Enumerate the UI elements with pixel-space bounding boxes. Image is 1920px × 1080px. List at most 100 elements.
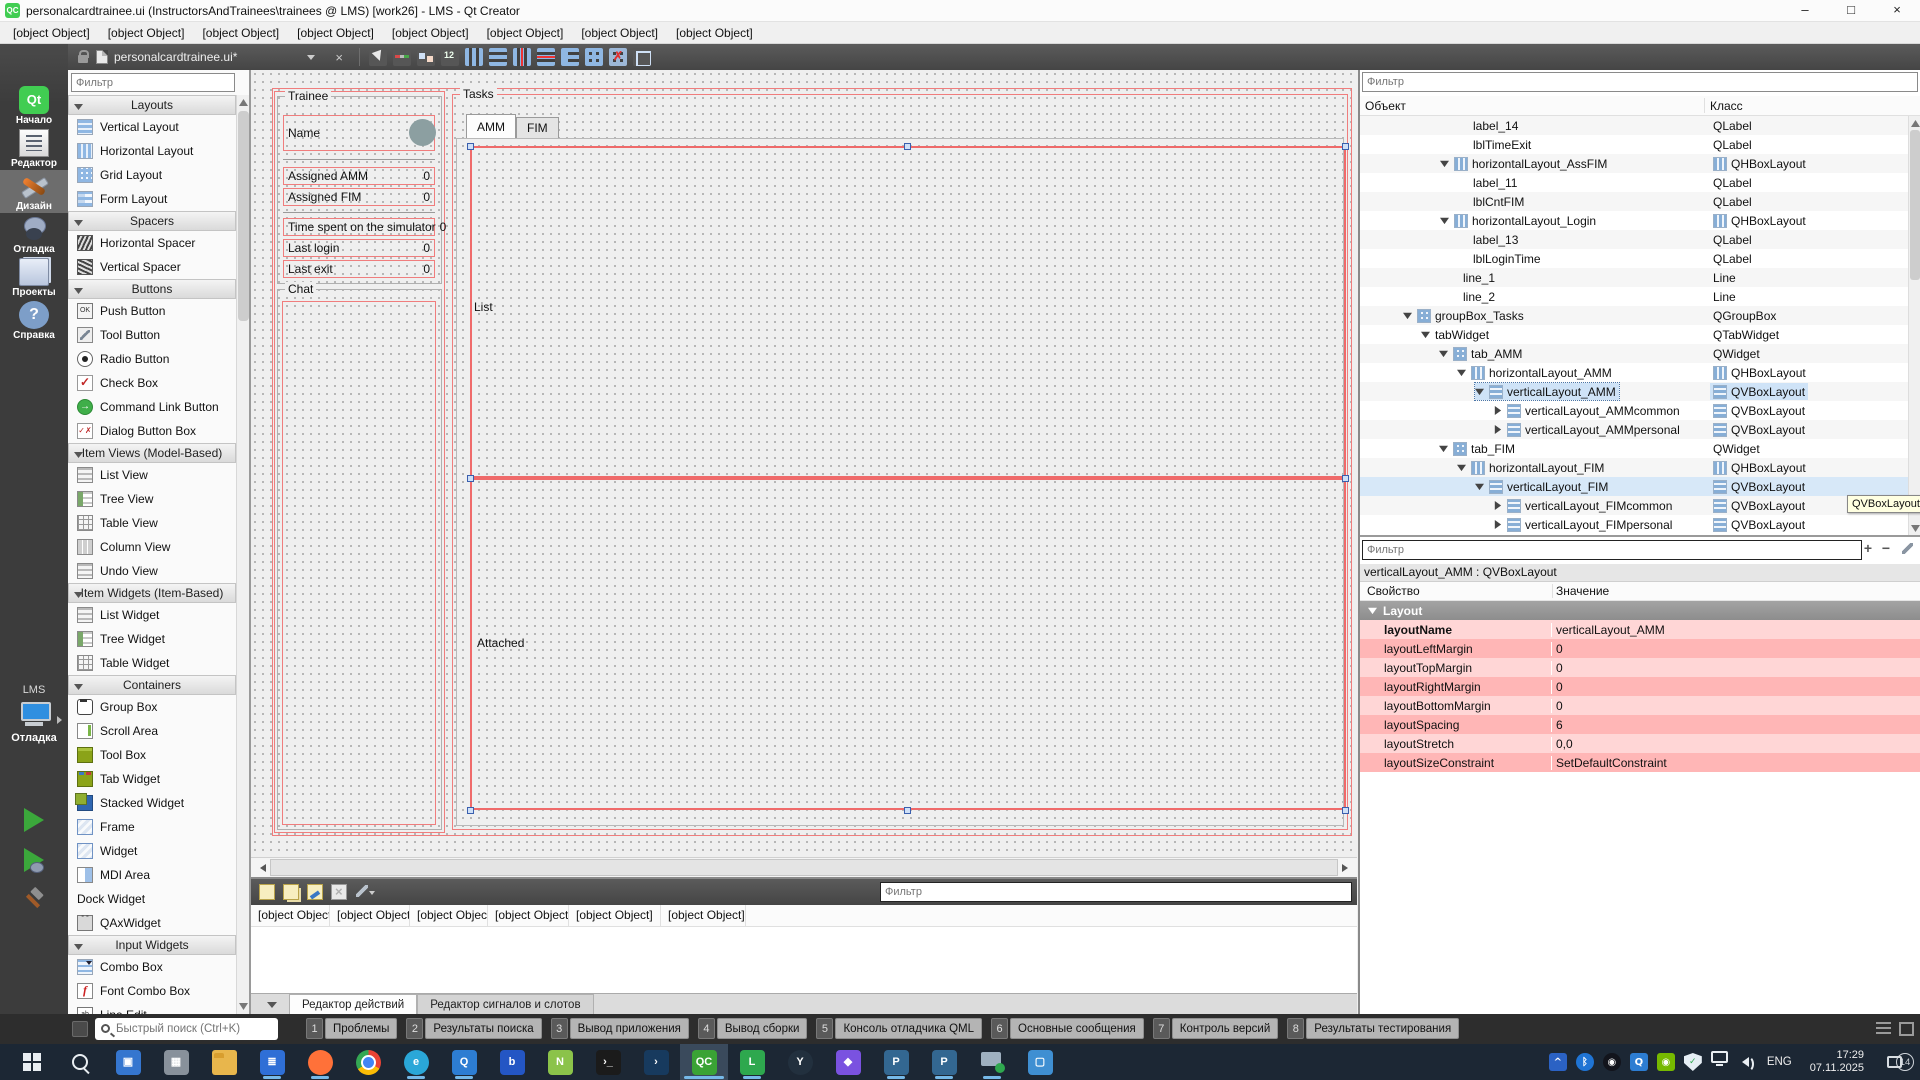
widget-box-row[interactable]: Spacers bbox=[68, 211, 236, 231]
kit-selector[interactable]: LMS Отладка bbox=[0, 684, 68, 744]
object-name-cell[interactable]: horizontalLayout_FIM bbox=[1457, 459, 1607, 476]
object-name-cell[interactable]: label_14 bbox=[1473, 117, 1521, 134]
inspector-scrollbar[interactable] bbox=[1908, 116, 1920, 536]
inspector-row[interactable]: horizontalLayout_FIM QHBoxLayout bbox=[1360, 458, 1908, 477]
widget-box-row[interactable]: Grid Layout bbox=[68, 163, 236, 187]
taskbar-icon[interactable]: N bbox=[536, 1044, 584, 1080]
object-name-cell[interactable]: horizontalLayout_AssFIM bbox=[1440, 155, 1610, 172]
expand-chevron-icon[interactable] bbox=[1493, 501, 1502, 510]
widget-box-row[interactable]: Frame bbox=[68, 815, 236, 839]
widget-box-row[interactable]: Line Edit bbox=[68, 1003, 236, 1014]
designer-tool-icon[interactable] bbox=[393, 48, 411, 66]
object-name-cell[interactable]: label_11 bbox=[1473, 174, 1520, 191]
mode-button[interactable]: Дизайн bbox=[0, 170, 68, 213]
column-divider[interactable] bbox=[1704, 98, 1705, 113]
scroll-right-icon[interactable] bbox=[1339, 858, 1357, 877]
widget-filter-input[interactable] bbox=[71, 73, 235, 92]
property-row[interactable]: layoutSizeConstraint SetDefaultConstrain… bbox=[1360, 753, 1920, 772]
inspector-row[interactable]: groupBox_Tasks QGroupBox bbox=[1360, 306, 1908, 325]
object-name-cell[interactable]: horizontalLayout_AMM bbox=[1457, 364, 1615, 381]
selection-handle[interactable] bbox=[1342, 807, 1349, 814]
property-value[interactable]: verticalLayout_AMM bbox=[1552, 623, 1920, 637]
expand-chevron-icon[interactable] bbox=[1439, 444, 1448, 453]
taskbar-icon[interactable]: ▢ bbox=[1016, 1044, 1064, 1080]
language-indicator[interactable]: ENG bbox=[1767, 1056, 1792, 1068]
output-pane-button[interactable]: 7 Контроль версий bbox=[1153, 1018, 1279, 1039]
widget-box-row[interactable]: Tree Widget bbox=[68, 627, 236, 651]
menu-item[interactable]: [object Object] bbox=[99, 22, 194, 44]
widget-box-row[interactable]: Column View bbox=[68, 535, 236, 559]
selection-handle[interactable] bbox=[467, 807, 474, 814]
object-name-cell[interactable]: tab_AMM bbox=[1439, 345, 1525, 362]
mode-button[interactable]: Qt Начало bbox=[0, 84, 68, 127]
widget-box-row[interactable]: Widget bbox=[68, 839, 236, 863]
inspector-row[interactable]: verticalLayout_AMMcommon QVBoxLayout bbox=[1360, 401, 1908, 420]
inspector-row[interactable]: label_11 QLabel bbox=[1360, 173, 1908, 192]
taskbar-icon[interactable]: P bbox=[872, 1044, 920, 1080]
widget-box-row[interactable]: Dock Widget bbox=[68, 887, 236, 911]
expand-chevron-icon[interactable] bbox=[1440, 159, 1449, 168]
taskbar-icon[interactable]: ◆ bbox=[824, 1044, 872, 1080]
object-name-cell[interactable]: line_1 bbox=[1463, 269, 1498, 286]
property-row[interactable]: layoutSpacing 6 bbox=[1360, 715, 1920, 734]
chat-group-box[interactable]: Chat bbox=[277, 289, 442, 830]
object-name-cell[interactable]: verticalLayout_AMMpersonal bbox=[1493, 421, 1683, 438]
inspector-row[interactable]: lblCntFIM QLabel bbox=[1360, 192, 1908, 211]
property-value[interactable]: SetDefaultConstraint bbox=[1552, 756, 1920, 770]
minimize-button[interactable]: – bbox=[1782, 0, 1828, 22]
inspector-row[interactable]: tab_FIM QWidget bbox=[1360, 439, 1908, 458]
designer-tool-icon[interactable] bbox=[513, 48, 531, 66]
object-name-cell[interactable]: tabWidget bbox=[1421, 326, 1492, 343]
expand-chevron-icon[interactable] bbox=[1403, 311, 1412, 320]
widget-box-row[interactable]: Group Box bbox=[68, 695, 236, 719]
property-row[interactable]: layoutBottomMargin 0 bbox=[1360, 696, 1920, 715]
widget-box-row[interactable]: Undo View bbox=[68, 559, 236, 583]
close-button[interactable]: × bbox=[1874, 0, 1920, 22]
locator-icon[interactable] bbox=[72, 1021, 88, 1037]
taskbar-icon[interactable]: ≣ bbox=[248, 1044, 296, 1080]
widget-box-row[interactable]: MDI Area bbox=[68, 863, 236, 887]
designer-tool-icon[interactable] bbox=[585, 48, 603, 66]
editor-tab[interactable]: Редактор сигналов и слотов bbox=[417, 994, 593, 1014]
object-name-cell[interactable]: lblCntFIM bbox=[1473, 193, 1527, 210]
object-name-cell[interactable]: verticalLayout_FIMpersonal bbox=[1493, 516, 1675, 533]
widget-box-row[interactable]: Containers bbox=[68, 675, 236, 695]
designer-tool-icon[interactable] bbox=[489, 48, 507, 66]
inspector-row[interactable]: tabWidget QTabWidget bbox=[1360, 325, 1908, 344]
object-name-cell[interactable]: verticalLayout_FIM bbox=[1475, 478, 1611, 495]
inspector-row[interactable]: lblLoginTime QLabel bbox=[1360, 249, 1908, 268]
widget-box-row[interactable]: Item Widgets (Item-Based) bbox=[68, 583, 236, 603]
object-name-cell[interactable]: lblTimeExit bbox=[1473, 136, 1534, 153]
sidebar-action-button[interactable] bbox=[0, 840, 68, 880]
configure-properties-icon[interactable] bbox=[1900, 541, 1916, 557]
widget-box-row[interactable]: Table View bbox=[68, 511, 236, 535]
designer-tool-icon[interactable] bbox=[441, 48, 459, 66]
selection-handle[interactable] bbox=[467, 475, 474, 482]
inspector-row[interactable]: horizontalLayout_AMM QHBoxLayout bbox=[1360, 363, 1908, 382]
sidebar-action-button[interactable] bbox=[0, 800, 68, 840]
inspector-row[interactable]: verticalLayout_FIMpersonal QVBoxLayout bbox=[1360, 515, 1908, 534]
action-column-header[interactable]: [object Object] bbox=[330, 905, 410, 926]
widget-box-row[interactable]: Stacked Widget bbox=[68, 791, 236, 815]
property-row[interactable]: layoutLeftMargin 0 bbox=[1360, 639, 1920, 658]
expand-chevron-icon[interactable] bbox=[1457, 368, 1466, 377]
object-name-cell[interactable]: verticalLayout_AMMcommon bbox=[1493, 402, 1683, 419]
selection-handle[interactable] bbox=[467, 143, 474, 150]
output-pane-button[interactable]: 3 Вывод приложения bbox=[551, 1018, 689, 1039]
widget-box-row[interactable]: Table Widget bbox=[68, 651, 236, 675]
maximize-output-icon[interactable] bbox=[1899, 1022, 1914, 1036]
notification-center[interactable]: 14 bbox=[1887, 1053, 1914, 1071]
object-name-cell[interactable]: horizontalLayout_Login bbox=[1440, 212, 1599, 229]
widget-box-row[interactable]: Scroll Area bbox=[68, 719, 236, 743]
expand-chevron-icon[interactable] bbox=[1493, 425, 1502, 434]
output-pane-button[interactable]: 6 Основные сообщения bbox=[991, 1018, 1144, 1039]
object-name-cell[interactable]: label_13 bbox=[1473, 231, 1521, 248]
action-filter-input[interactable] bbox=[880, 882, 1352, 902]
output-panes-menu-icon[interactable] bbox=[1876, 1022, 1891, 1036]
inspector-row[interactable]: line_1 Line bbox=[1360, 268, 1908, 287]
tray-icon[interactable] bbox=[1711, 1051, 1728, 1063]
action-column-header[interactable]: [object Object] bbox=[661, 905, 746, 926]
taskbar-icon[interactable]: ▦ bbox=[152, 1044, 200, 1080]
quick-search-input[interactable] bbox=[114, 1022, 264, 1036]
taskbar-icon[interactable]: P bbox=[920, 1044, 968, 1080]
